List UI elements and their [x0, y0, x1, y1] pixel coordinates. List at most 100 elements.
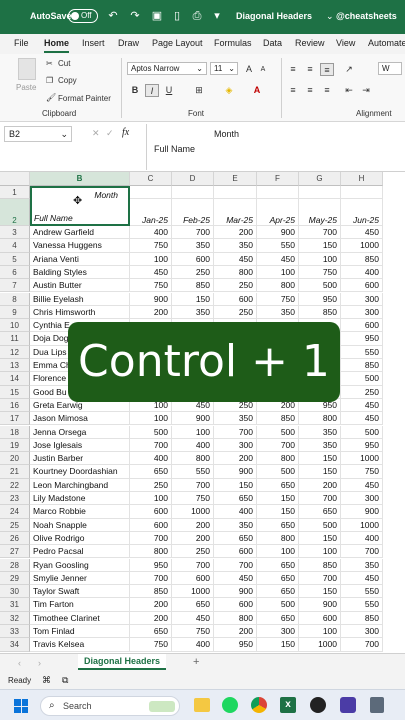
value-cell[interactable]: 700	[130, 571, 172, 586]
value-cell[interactable]: 850	[341, 611, 383, 625]
scroll-left-icon[interactable]: ‹	[18, 658, 21, 668]
value-cell[interactable]: 100	[299, 625, 341, 639]
value-cell[interactable]: 650	[130, 625, 172, 639]
value-cell[interactable]: 100	[130, 252, 172, 266]
grow-font-icon[interactable]: A	[242, 63, 256, 76]
font-color-icon[interactable]: A	[250, 84, 264, 97]
cell[interactable]	[172, 186, 214, 199]
name-cell[interactable]: Lily Madstone	[30, 492, 130, 506]
align-middle-icon[interactable]: ≡	[303, 63, 317, 76]
enter-icon[interactable]: ✓	[106, 128, 114, 139]
formula-input[interactable]: Month Full Name	[146, 124, 405, 170]
value-cell[interactable]: 150	[172, 292, 214, 306]
value-cell[interactable]: 550	[341, 598, 383, 612]
row-header[interactable]: 13	[0, 359, 30, 373]
name-cell[interactable]: Tim Farton	[30, 598, 130, 612]
value-cell[interactable]: 300	[341, 292, 383, 306]
value-cell[interactable]: 150	[299, 465, 341, 479]
value-cell[interactable]: 600	[299, 611, 341, 625]
value-cell[interactable]: 300	[341, 305, 383, 320]
value-cell[interactable]: 800	[172, 452, 214, 466]
value-cell[interactable]: 500	[299, 279, 341, 293]
row-header[interactable]: 28	[0, 558, 30, 572]
row-header[interactable]: 9	[0, 305, 30, 320]
scissors-icon[interactable]: ✂	[46, 59, 53, 68]
cell[interactable]	[214, 186, 257, 199]
value-cell[interactable]: 450	[341, 412, 383, 426]
font-name-select[interactable]: Aptos Narrow ⌄	[127, 62, 207, 75]
name-cell[interactable]: Ariana Venti	[30, 252, 130, 266]
row-header[interactable]: 16	[0, 398, 30, 413]
cancel-icon[interactable]: ✕	[92, 128, 100, 139]
value-cell[interactable]: 500	[341, 425, 383, 439]
column-header-e[interactable]: E	[214, 172, 257, 186]
name-cell[interactable]: Jenna Orsega	[30, 425, 130, 439]
value-cell[interactable]: 600	[172, 571, 214, 586]
value-cell[interactable]: 850	[257, 412, 299, 426]
name-cell[interactable]: Justin Barber	[30, 452, 130, 466]
value-cell[interactable]: 150	[299, 239, 341, 253]
value-cell[interactable]: 450	[214, 571, 257, 586]
value-cell[interactable]: 450	[257, 252, 299, 266]
row-header[interactable]: 26	[0, 531, 30, 546]
copy-icon[interactable]: ❐	[46, 76, 53, 85]
row-header[interactable]: 7	[0, 279, 30, 293]
value-cell[interactable]: 450	[172, 611, 214, 625]
name-cell[interactable]: Vanessa Huggens	[30, 239, 130, 253]
value-cell[interactable]: 600	[214, 598, 257, 612]
value-cell[interactable]: 200	[130, 305, 172, 320]
value-cell[interactable]: 1000	[341, 518, 383, 532]
column-header-d[interactable]: D	[172, 172, 214, 186]
value-cell[interactable]: 500	[130, 425, 172, 439]
value-cell[interactable]: 400	[341, 265, 383, 280]
value-cell[interactable]: 250	[172, 265, 214, 280]
align-top-icon[interactable]: ≡	[286, 63, 300, 76]
column-header-h[interactable]: H	[341, 172, 383, 186]
name-cell[interactable]: Austin Butter	[30, 279, 130, 293]
name-cell[interactable]: Noah Snapple	[30, 518, 130, 532]
value-cell[interactable]: 150	[257, 638, 299, 652]
value-cell[interactable]: 400	[130, 226, 172, 240]
autosave-toggle[interactable]: Off	[68, 9, 98, 23]
tab-formulas[interactable]: Formulas	[214, 38, 252, 48]
row-header[interactable]: 15	[0, 385, 30, 399]
add-sheet-icon[interactable]: +	[193, 656, 199, 668]
value-cell[interactable]: 600	[214, 545, 257, 559]
align-right-icon[interactable]: ≡	[320, 84, 334, 97]
value-cell[interactable]: 350	[214, 412, 257, 426]
value-cell[interactable]: 900	[172, 412, 214, 426]
tab-draw[interactable]: Draw	[118, 38, 139, 48]
name-cell[interactable]: Timothee Clarinet	[30, 611, 130, 625]
spotify-icon[interactable]	[222, 697, 238, 713]
chevron-down-icon[interactable]: ⌄	[326, 11, 334, 22]
value-cell[interactable]: 650	[257, 478, 299, 492]
value-cell[interactable]: 150	[299, 531, 341, 546]
value-cell[interactable]: 650	[257, 585, 299, 599]
value-cell[interactable]: 850	[299, 305, 341, 320]
select-all-corner[interactable]	[0, 172, 30, 186]
value-cell[interactable]: 950	[130, 558, 172, 572]
month-header[interactable]: Jan-25	[130, 199, 172, 226]
value-cell[interactable]: 600	[341, 279, 383, 293]
row-header[interactable]: 18	[0, 425, 30, 439]
value-cell[interactable]: 350	[214, 518, 257, 532]
value-cell[interactable]: 300	[341, 492, 383, 506]
value-cell[interactable]: 100	[130, 492, 172, 506]
value-cell[interactable]: 950	[214, 638, 257, 652]
tab-home[interactable]: Home	[44, 38, 70, 53]
value-cell[interactable]: 900	[299, 598, 341, 612]
month-header[interactable]: Mar-25	[214, 199, 257, 226]
accessibility-icon[interactable]: ⌘	[42, 675, 51, 686]
diagonal-header-cell[interactable]: Month Full Name ✥	[30, 186, 130, 226]
row-header[interactable]: 31	[0, 598, 30, 612]
value-cell[interactable]: 750	[299, 265, 341, 280]
value-cell[interactable]: 550	[341, 585, 383, 599]
paste-button[interactable]: Paste	[16, 83, 36, 92]
value-cell[interactable]: 650	[130, 465, 172, 479]
row-header[interactable]: 25	[0, 518, 30, 532]
calculator-icon[interactable]	[370, 697, 384, 713]
value-cell[interactable]: 900	[341, 505, 383, 519]
value-cell[interactable]: 350	[172, 239, 214, 253]
fill-color-icon[interactable]: ◈	[222, 84, 236, 97]
brush-icon[interactable]: 🖌	[46, 93, 56, 102]
